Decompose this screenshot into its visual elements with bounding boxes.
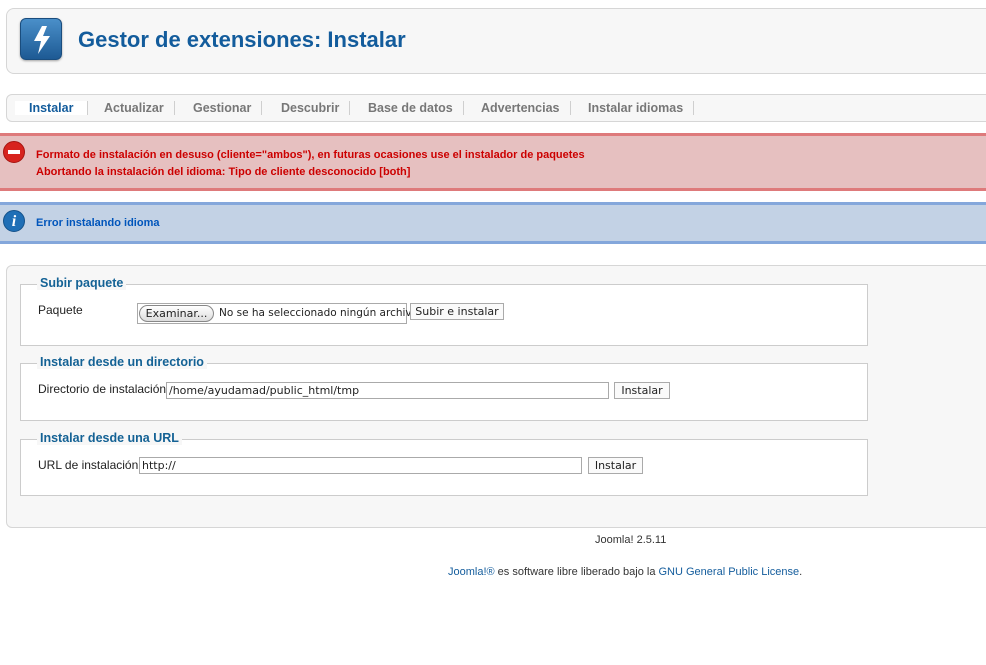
error-message: Formato de instalación en desuso (client…	[0, 133, 986, 191]
install-directory-fieldset: Instalar desde un directorio Directorio …	[20, 355, 868, 421]
error-line: Abortando la instalación del idioma: Tip…	[36, 166, 411, 178]
upload-package-fieldset: Subir paquete Paquete Examinar... No se …	[20, 276, 868, 346]
no-entry-icon	[3, 141, 25, 163]
license-middle: es software libre liberado bajo la	[494, 566, 659, 578]
tab-base-de-datos[interactable]: Base de datos	[358, 101, 464, 115]
install-url-fieldset: Instalar desde una URL URL de instalació…	[20, 431, 868, 496]
package-file-input[interactable]: Examinar... No se ha seleccionado ningún…	[137, 303, 421, 324]
submenu-tabs: Instalar Actualizar Gestionar Descubrir …	[6, 94, 986, 122]
info-message: i Error instalando idioma	[0, 202, 986, 244]
tab-actualizar[interactable]: Actualizar	[94, 101, 175, 115]
url-legend: Instalar desde una URL	[37, 431, 182, 445]
tab-gestionar[interactable]: Gestionar	[183, 101, 263, 115]
upload-legend: Subir paquete	[37, 276, 127, 290]
joomla-link[interactable]: Joomla!®	[448, 566, 495, 578]
upload-install-button[interactable]: Subir e instalar	[410, 303, 504, 320]
install-url-button[interactable]: Instalar	[588, 457, 643, 474]
lightning-icon	[20, 18, 62, 60]
tab-descubrir[interactable]: Descubrir	[271, 101, 351, 115]
page-header: Gestor de extensiones: Instalar	[6, 8, 986, 74]
page-title: Gestor de extensiones: Instalar	[78, 27, 406, 52]
error-line: Formato de instalación en desuso (client…	[36, 149, 585, 161]
install-directory-button[interactable]: Instalar	[614, 382, 670, 399]
license-end: .	[799, 566, 803, 578]
info-line: Error instalando idioma	[36, 217, 160, 229]
version-text: Joomla! 2.5.11	[595, 534, 667, 546]
gpl-link[interactable]: GNU General Public License	[659, 566, 800, 578]
tab-instalar-idiomas[interactable]: Instalar idiomas	[578, 101, 695, 115]
file-status: No se ha seleccionado ningún archivo.	[219, 307, 422, 319]
url-input[interactable]: http://	[139, 457, 582, 474]
directory-label: Directorio de instalación	[38, 382, 167, 396]
package-label: Paquete	[38, 303, 83, 317]
license-text: Joomla!® es software libre liberado bajo…	[448, 566, 802, 578]
info-icon: i	[3, 210, 25, 232]
install-form: Subir paquete Paquete Examinar... No se …	[6, 265, 986, 528]
url-label: URL de instalación	[38, 458, 139, 472]
browse-button[interactable]: Examinar...	[139, 305, 214, 322]
directory-input[interactable]: /home/ayudamad/public_html/tmp	[166, 382, 609, 399]
tab-instalar[interactable]: Instalar	[15, 101, 89, 115]
directory-legend: Instalar desde un directorio	[37, 355, 207, 369]
tab-advertencias[interactable]: Advertencias	[471, 101, 571, 115]
